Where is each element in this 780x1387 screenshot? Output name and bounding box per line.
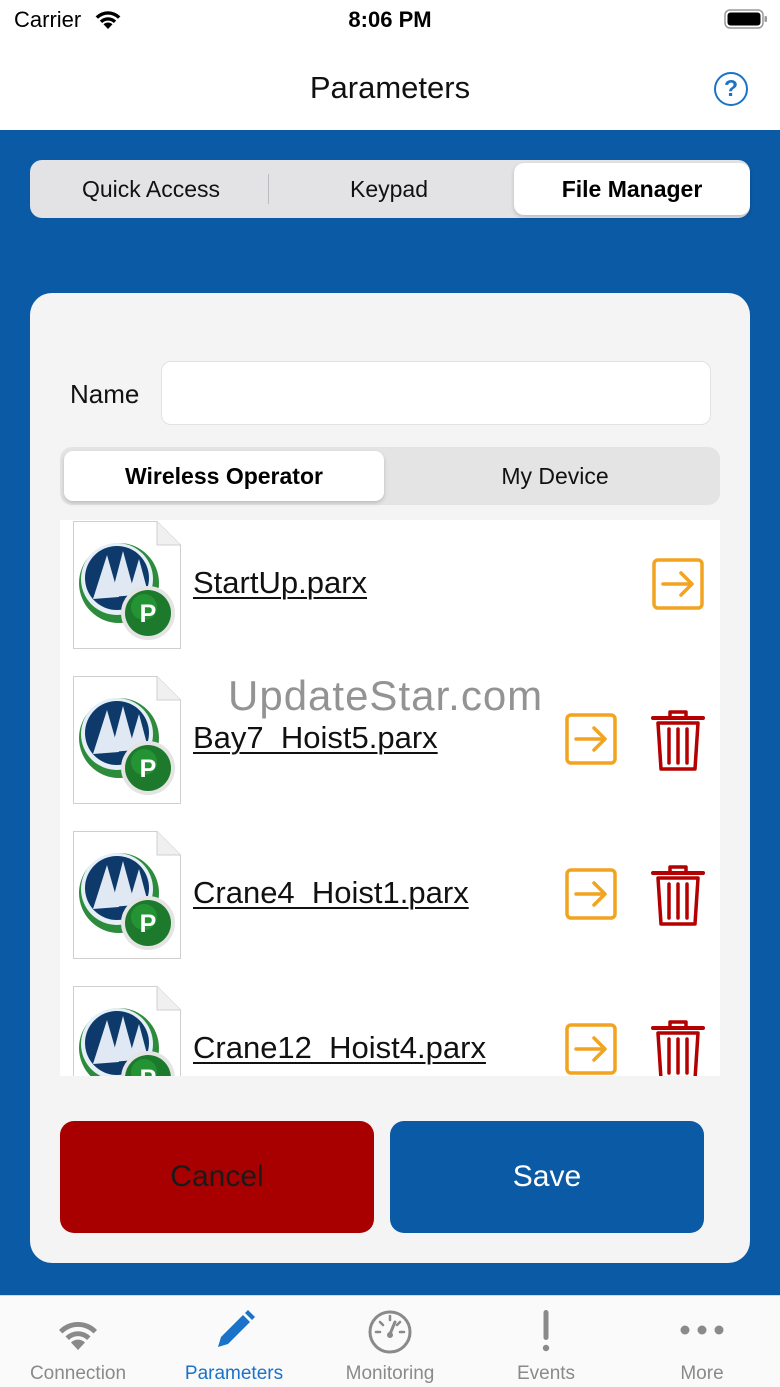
segment-file-manager[interactable]: File Manager <box>514 163 750 215</box>
parameter-file-icon: P <box>73 676 181 804</box>
file-badge-letter: P <box>140 1065 157 1076</box>
trash-icon[interactable] <box>651 1020 705 1076</box>
file-name-link[interactable]: Crane4_Hoist1.parx <box>193 875 469 911</box>
parameter-file-icon: P <box>73 831 181 959</box>
pencil-icon <box>218 1310 255 1347</box>
tab-bar: Connection Parameters Monitoring Events … <box>0 1295 780 1387</box>
file-badge-letter: P <box>140 755 157 783</box>
tab-parameters[interactable]: Parameters <box>156 1296 312 1387</box>
segment-keypad[interactable]: Keypad <box>271 163 507 215</box>
file-badge-letter: P <box>140 600 157 628</box>
name-label: Name <box>70 379 140 409</box>
trash-icon[interactable] <box>651 710 705 772</box>
help-icon[interactable]: ? <box>714 72 748 106</box>
watermark: UpdateStar.com <box>228 672 544 719</box>
status-bar: Carrier 8:06 PM <box>0 0 780 42</box>
open-file-icon[interactable] <box>565 713 617 765</box>
segment-quick-access[interactable]: Quick Access <box>33 163 269 215</box>
open-file-icon[interactable] <box>652 558 704 610</box>
nav-bar: Parameters ? <box>0 42 780 130</box>
tab-label: Events <box>516 1363 576 1384</box>
page-title: Parameters <box>309 70 471 105</box>
trash-icon[interactable] <box>651 865 705 927</box>
open-file-icon[interactable] <box>565 1023 617 1075</box>
tab-monitoring[interactable]: Monitoring <box>312 1296 468 1387</box>
source-segmented-control: Wireless Operator My Device <box>60 447 720 505</box>
mode-segmented-control: Quick Access Keypad File Manager <box>30 160 750 218</box>
cancel-button[interactable]: Cancel <box>60 1121 374 1233</box>
parameter-file-icon: P <box>73 521 181 649</box>
clock: 8:06 PM <box>348 7 432 32</box>
tab-connection[interactable]: Connection <box>0 1296 156 1387</box>
tab-label: Connection <box>29 1363 127 1384</box>
wifi-icon <box>59 1321 97 1350</box>
battery-icon <box>724 9 767 29</box>
file-name-link[interactable]: StartUp.parx <box>193 565 367 601</box>
more-dots-icon <box>680 1325 724 1335</box>
tab-events[interactable]: Events <box>468 1296 624 1387</box>
exclamation-icon <box>542 1310 550 1352</box>
tab-label: Parameters <box>184 1363 284 1384</box>
file-row[interactable]: P StartUp.parx <box>60 520 720 675</box>
file-name-link[interactable]: Crane12_Hoist4.parx <box>193 1030 486 1066</box>
file-row[interactable]: P Crane4_Hoist1.parx <box>60 830 720 985</box>
file-name-link[interactable]: Bay7_Hoist5.parx <box>193 720 438 756</box>
gauge-icon <box>368 1310 412 1354</box>
segment-my-device[interactable]: My Device <box>395 451 715 501</box>
tab-more[interactable]: More <box>624 1296 780 1387</box>
file-manager-card: Name Wireless Operator My Device P Start… <box>30 293 750 1263</box>
save-button[interactable]: Save <box>390 1121 704 1233</box>
open-file-icon[interactable] <box>565 868 617 920</box>
segment-divider <box>268 174 269 204</box>
name-input[interactable] <box>161 361 711 425</box>
tab-label: More <box>680 1363 724 1384</box>
segment-wireless-operator[interactable]: Wireless Operator <box>64 451 384 501</box>
file-list[interactable]: P StartUp.parx P Bay7_Hoist5.parx P Cran… <box>60 520 720 1076</box>
tab-label: Monitoring <box>345 1363 435 1384</box>
file-row[interactable]: P Crane12_Hoist4.parx <box>60 985 720 1076</box>
file-badge-letter: P <box>140 910 157 938</box>
parameter-file-icon: P <box>73 986 181 1076</box>
